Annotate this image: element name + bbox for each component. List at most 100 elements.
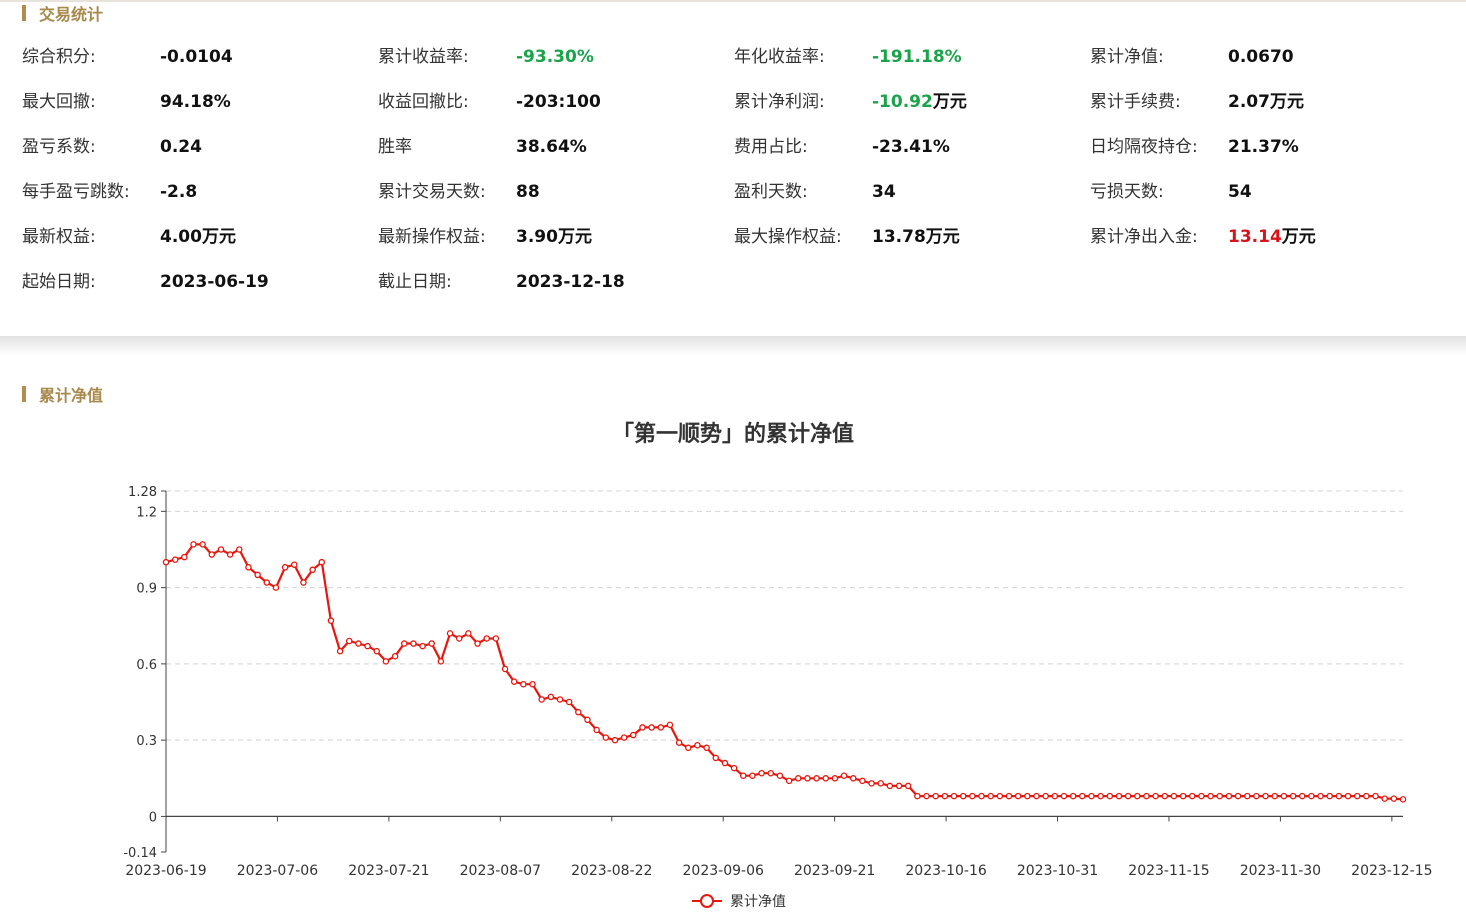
data-point[interactable] [1271,792,1278,800]
data-point[interactable] [620,734,628,741]
data-point[interactable] [336,647,344,655]
data-point[interactable] [300,579,307,586]
data-point[interactable] [666,721,674,729]
data-point[interactable] [813,775,820,782]
data-point[interactable] [281,564,289,571]
data-point[interactable] [309,566,316,574]
data-point[interactable] [1088,792,1095,800]
data-point[interactable] [291,561,298,568]
data-point[interactable] [327,617,335,624]
data-point[interactable] [1234,792,1242,800]
data-point[interactable] [675,739,683,746]
data-point[interactable] [1243,792,1251,800]
data-point[interactable] [1079,792,1086,800]
data-point[interactable] [969,792,976,800]
data-point[interactable] [575,708,582,716]
data-point[interactable] [849,775,857,782]
data-point[interactable] [767,769,775,777]
data-point[interactable] [822,775,829,782]
data-point[interactable] [556,696,564,703]
data-point[interactable] [1317,792,1324,800]
data-point[interactable] [272,584,280,591]
data-point[interactable] [1005,792,1013,800]
data-point[interactable] [648,724,655,731]
data-point[interactable] [474,640,481,647]
data-point[interactable] [611,736,619,744]
data-point[interactable] [510,678,518,685]
data-point[interactable] [318,558,326,566]
data-point[interactable] [419,642,426,650]
data-point[interactable] [593,726,600,734]
data-point[interactable] [171,556,179,563]
data-point[interactable] [1033,792,1040,800]
data-point[interactable] [483,635,490,642]
data-point[interactable] [712,754,720,762]
data-point[interactable] [794,775,802,782]
data-point[interactable] [1216,792,1223,800]
data-point[interactable] [565,698,573,706]
data-point[interactable] [950,792,958,800]
data-point[interactable] [1289,792,1297,800]
data-point[interactable] [1344,792,1352,800]
data-point[interactable] [776,772,784,779]
data-point[interactable] [190,541,197,548]
data-point[interactable] [703,744,710,752]
data-point[interactable] [639,724,646,731]
data-point[interactable] [382,658,390,665]
data-point[interactable] [181,553,188,561]
data-point[interactable] [1262,792,1269,800]
data-point[interactable] [840,772,848,779]
data-point[interactable] [1161,792,1169,800]
data-point[interactable] [1253,792,1260,800]
data-point[interactable] [630,731,637,739]
data-point[interactable] [1042,792,1049,800]
data-point[interactable] [529,680,536,688]
data-point[interactable] [355,640,362,647]
data-point[interactable] [254,571,261,579]
data-point[interactable] [914,792,921,800]
data-point[interactable] [1372,792,1379,800]
data-point[interactable] [465,630,472,637]
data-point[interactable] [804,775,811,782]
data-point[interactable] [538,696,545,703]
data-point[interactable] [730,764,738,772]
data-point[interactable] [410,640,417,647]
data-point[interactable] [1390,795,1398,802]
data-point[interactable] [1298,792,1306,800]
data-point[interactable] [1134,792,1141,800]
data-point[interactable] [1097,792,1104,800]
data-point[interactable] [904,782,912,790]
data-point[interactable] [987,792,994,800]
data-point[interactable] [932,792,939,800]
data-point[interactable] [602,734,610,741]
data-point[interactable] [859,777,866,785]
data-point[interactable] [1014,792,1022,800]
data-point[interactable] [364,642,371,650]
data-point[interactable] [785,777,793,785]
data-point[interactable] [1024,792,1031,800]
data-point[interactable] [1069,792,1077,800]
data-point[interactable] [740,772,747,779]
data-point[interactable] [245,564,252,571]
data-point[interactable] [657,724,665,731]
data-point[interactable] [1051,792,1059,800]
data-point[interactable] [263,579,271,586]
data-point[interactable] [199,541,206,548]
data-point[interactable] [400,640,408,647]
data-point[interactable] [1170,792,1178,800]
data-point[interactable] [877,780,884,787]
data-point[interactable] [694,741,701,749]
data-point[interactable] [217,546,225,553]
data-point[interactable] [1280,792,1288,800]
data-point[interactable] [685,744,692,752]
data-point[interactable] [1207,792,1214,800]
data-point[interactable] [391,652,399,660]
data-point[interactable] [1124,792,1132,800]
data-point[interactable] [226,551,234,558]
data-point[interactable] [1115,792,1123,800]
chart-legend[interactable]: 累计净值 [692,890,786,912]
data-point[interactable] [1198,792,1205,800]
data-point[interactable] [978,792,985,800]
data-point[interactable] [1326,792,1333,800]
data-point[interactable] [1381,795,1388,802]
